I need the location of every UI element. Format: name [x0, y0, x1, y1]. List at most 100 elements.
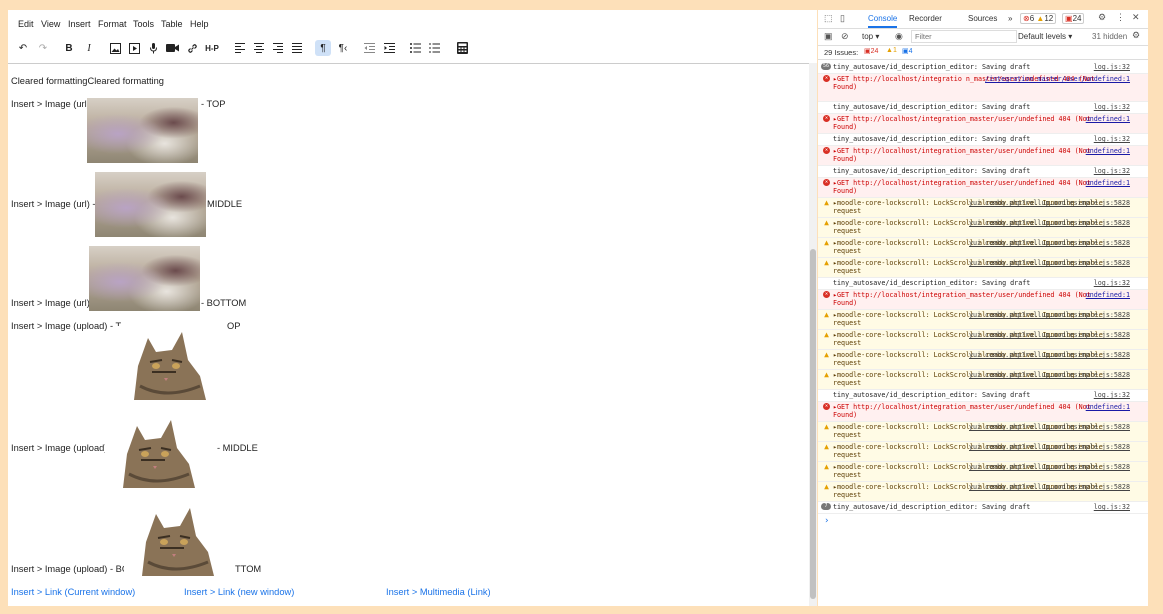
- console-message-err[interactable]: ✕ ▸GET http://localhost/integration_maste…: [818, 146, 1148, 166]
- menu-table[interactable]: Table: [161, 19, 183, 29]
- video-camera-icon[interactable]: [164, 40, 180, 56]
- justify-icon[interactable]: [289, 40, 305, 56]
- console-message-warn[interactable]: ▲ ▸moodle-core-lockscroll: LockScroll alr…: [818, 258, 1148, 278]
- console-source-link[interactable]: yui_combo.php?rollup…oodlesimple.js:5828: [969, 331, 1130, 339]
- menu-insert[interactable]: Insert: [68, 19, 91, 29]
- console-message-warn[interactable]: ▲ ▸moodle-core-lockscroll: LockScroll alr…: [818, 198, 1148, 218]
- menu-view[interactable]: View: [41, 19, 60, 29]
- issues-bar[interactable]: 29 Issues: ▣24 ▲1 ▣4: [818, 46, 1148, 60]
- sidebar-toggle-icon[interactable]: ▣: [824, 31, 833, 42]
- log-levels-dropdown[interactable]: Default levels ▾: [1018, 32, 1072, 41]
- editor-scrollbar[interactable]: [809, 63, 817, 606]
- console-source-link[interactable]: log.js:32: [1094, 135, 1130, 143]
- menu-edit[interactable]: Edit: [18, 19, 34, 29]
- sky-photo-image[interactable]: [95, 172, 206, 237]
- console-message-info[interactable]: 7 tiny_autosave/id_description_editor: Sa…: [818, 502, 1148, 514]
- align-left-icon[interactable]: [232, 40, 248, 56]
- issues-counter[interactable]: ▣24: [1062, 13, 1085, 24]
- editor-content[interactable]: Cleared formattingCleared formatting Ins…: [8, 63, 809, 607]
- device-toggle-icon[interactable]: ▯: [840, 13, 845, 24]
- cat-image[interactable]: [124, 502, 214, 576]
- console-message-err[interactable]: ✕ ▸GET http://localhost/integratio n_mast…: [818, 74, 1148, 102]
- console-source-link[interactable]: undefined:1: [1086, 403, 1130, 411]
- console-source-link[interactable]: undefined:1: [1086, 115, 1130, 123]
- link-current-window[interactable]: Insert > Link (Current window): [11, 587, 135, 597]
- console-message-info[interactable]: tiny_autosave/id_description_editor: Sav…: [818, 102, 1148, 114]
- undo-icon[interactable]: ↶: [15, 40, 31, 56]
- outdent-icon[interactable]: [361, 40, 377, 56]
- console-source-link[interactable]: log.js:32: [1094, 279, 1130, 287]
- bold-button[interactable]: B: [61, 40, 77, 56]
- cat-image[interactable]: [105, 414, 195, 488]
- menu-tools[interactable]: Tools: [133, 19, 154, 29]
- console-message-warn[interactable]: ▲ ▸moodle-core-lockscroll: LockScroll alr…: [818, 350, 1148, 370]
- more-options-icon[interactable]: ⋮: [1116, 12, 1125, 23]
- console-source-link[interactable]: log.js:32: [1094, 167, 1130, 175]
- console-source-link[interactable]: yui_combo.php?rollup…oodlesimple.js:5828: [969, 311, 1130, 319]
- console-message-warn[interactable]: ▲ ▸moodle-core-lockscroll: LockScroll alr…: [818, 442, 1148, 462]
- console-message-warn[interactable]: ▲ ▸moodle-core-lockscroll: LockScroll alr…: [818, 310, 1148, 330]
- console-source-link[interactable]: yui_combo.php?rollup…oodlesimple.js:5828: [969, 371, 1130, 379]
- console-prompt[interactable]: ›: [824, 516, 829, 526]
- editor-scrollbar-thumb[interactable]: [810, 249, 816, 599]
- inspect-element-icon[interactable]: ⬚: [824, 13, 833, 24]
- console-source-link[interactable]: yui_combo.php?rollup…oodlesimple.js:5828: [969, 219, 1130, 227]
- console-message-err[interactable]: ✕ ▸GET http://localhost/integration_maste…: [818, 114, 1148, 134]
- console-source-link[interactable]: yui_combo.php?rollup…oodlesimple.js:5828: [969, 483, 1130, 491]
- console-filter-input[interactable]: [911, 30, 1017, 43]
- console-source-link[interactable]: yui_combo.php?rollup…oodlesimple.js:5828: [969, 443, 1130, 451]
- console-message-warn[interactable]: ▲ ▸moodle-core-lockscroll: LockScroll alr…: [818, 422, 1148, 442]
- console-message-warn[interactable]: ▲ ▸moodle-core-lockscroll: LockScroll alr…: [818, 462, 1148, 482]
- console-source-link[interactable]: undefined:1: [1086, 291, 1130, 299]
- console-message-warn[interactable]: ▲ ▸moodle-core-lockscroll: LockScroll alr…: [818, 370, 1148, 390]
- console-source-link[interactable]: undefined:1: [1086, 147, 1130, 155]
- redo-icon[interactable]: ↷: [35, 40, 51, 56]
- menu-format[interactable]: Format: [98, 19, 127, 29]
- tabs-overflow-button[interactable]: »: [1008, 14, 1012, 23]
- tab-console[interactable]: Console: [868, 14, 898, 28]
- console-source-link[interactable]: yui_combo.php?rollup…oodlesimple.js:5828: [969, 259, 1130, 267]
- align-right-icon[interactable]: [270, 40, 286, 56]
- media-icon[interactable]: [126, 40, 142, 56]
- console-message-info[interactable]: tiny_autosave/id_description_editor: Sav…: [818, 134, 1148, 146]
- live-expression-eye-icon[interactable]: ◉: [895, 31, 903, 42]
- error-warning-counter[interactable]: ⊗6 ▲12: [1020, 13, 1057, 24]
- console-source-link[interactable]: yui_combo.php?rollup…oodlesimple.js:5828: [969, 423, 1130, 431]
- h5p-button[interactable]: H-P: [203, 40, 221, 56]
- close-devtools-icon[interactable]: ✕: [1132, 12, 1140, 23]
- console-source-link[interactable]: yui_combo.php?rollup…oodlesimple.js:5828: [969, 463, 1130, 471]
- console-message-warn[interactable]: ▲ ▸moodle-core-lockscroll: LockScroll alr…: [818, 330, 1148, 350]
- console-source-link[interactable]: log.js:32: [1094, 503, 1130, 511]
- console-source-link[interactable]: undefined:1: [1086, 179, 1130, 187]
- console-message-warn[interactable]: ▲ ▸moodle-core-lockscroll: LockScroll alr…: [818, 238, 1148, 258]
- ltr-paragraph-icon[interactable]: ¶: [315, 40, 331, 56]
- settings-gear-icon[interactable]: ⚙: [1098, 12, 1106, 23]
- console-settings-gear-icon[interactable]: ⚙: [1132, 30, 1140, 41]
- italic-button[interactable]: I: [81, 40, 97, 56]
- console-message-info[interactable]: tiny_autosave/id_description_editor: Sav…: [818, 278, 1148, 290]
- console-message-err[interactable]: ✕ ▸GET http://localhost/integration_maste…: [818, 290, 1148, 310]
- console-message-info[interactable]: 56 tiny_autosave/id_description_editor: S…: [818, 62, 1148, 74]
- link-icon[interactable]: [184, 40, 200, 56]
- rtl-paragraph-icon[interactable]: ¶‹: [335, 40, 351, 56]
- calculator-icon[interactable]: [454, 40, 470, 56]
- sky-photo-image[interactable]: [89, 246, 200, 311]
- image-icon[interactable]: [107, 40, 123, 56]
- console-message-err[interactable]: ✕ ▸GET http://localhost/integration_maste…: [818, 178, 1148, 198]
- context-selector[interactable]: top ▾: [862, 32, 879, 41]
- bullet-list-icon[interactable]: [407, 40, 423, 56]
- numbered-list-icon[interactable]: [426, 40, 442, 56]
- console-message-err[interactable]: ✕ ▸GET http://localhost/integration_maste…: [818, 402, 1148, 422]
- console-message-info[interactable]: tiny_autosave/id_description_editor: Sav…: [818, 166, 1148, 178]
- console-source-link[interactable]: log.js:32: [1094, 63, 1130, 71]
- console-source-link[interactable]: /integration_master/user/undefined:1: [985, 75, 1130, 83]
- console-source-link[interactable]: log.js:32: [1094, 391, 1130, 399]
- link-multimedia[interactable]: Insert > Multimedia (Link): [386, 587, 491, 597]
- menu-help[interactable]: Help: [190, 19, 209, 29]
- indent-icon[interactable]: [381, 40, 397, 56]
- console-source-link[interactable]: yui_combo.php?rollup…oodlesimple.js:5828: [969, 351, 1130, 359]
- microphone-icon[interactable]: [145, 40, 161, 56]
- console-source-link[interactable]: yui_combo.php?rollup…oodlesimple.js:5828: [969, 199, 1130, 207]
- console-source-link[interactable]: yui_combo.php?rollup…oodlesimple.js:5828: [969, 239, 1130, 247]
- console-message-info[interactable]: tiny_autosave/id_description_editor: Sav…: [818, 390, 1148, 402]
